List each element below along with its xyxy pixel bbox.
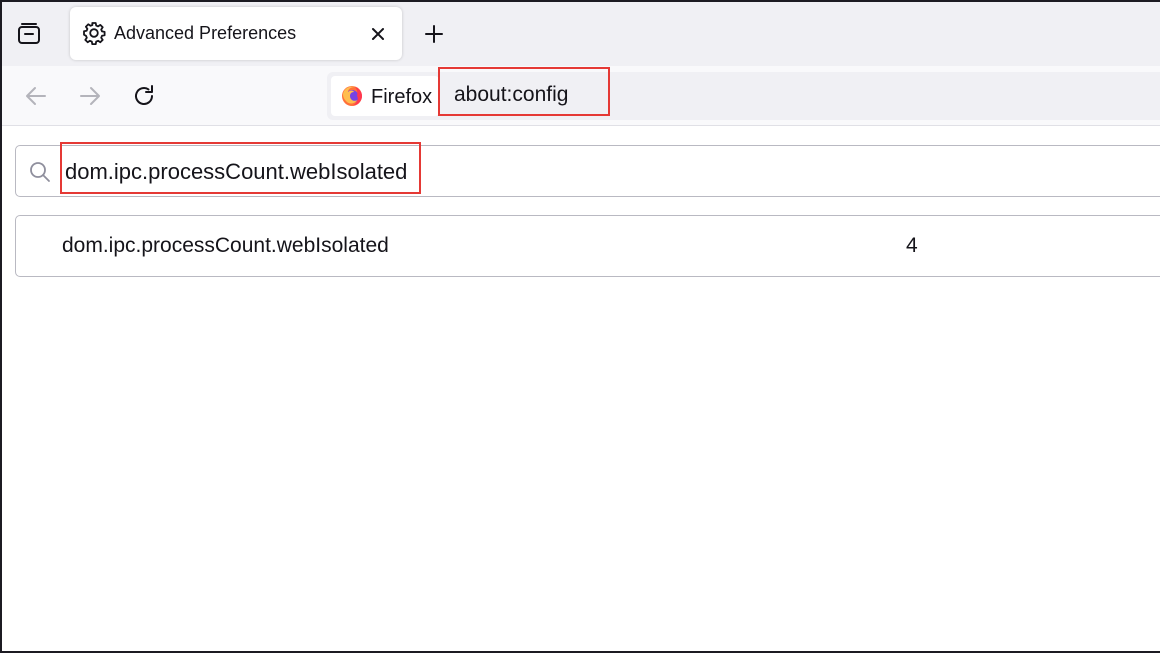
plus-icon	[425, 25, 443, 43]
table-row[interactable]: dom.ipc.processCount.webIsolated 4	[15, 215, 1160, 277]
tab-advanced-preferences[interactable]: Advanced Preferences	[70, 7, 402, 60]
reload-icon	[135, 85, 153, 105]
tab-title: Advanced Preferences	[114, 23, 297, 43]
tab-close-button[interactable]	[366, 22, 390, 46]
preference-name: dom.ipc.processCount.webIsolated	[62, 234, 389, 257]
search-icon	[30, 162, 50, 182]
firefox-view-icon	[18, 23, 40, 44]
reload-button[interactable]	[130, 82, 158, 110]
forward-button[interactable]	[76, 82, 104, 110]
gear-icon	[83, 22, 106, 45]
identity-box[interactable]: Firefox	[331, 76, 439, 116]
firefox-view-button[interactable]	[13, 19, 45, 49]
arrow-right-icon	[80, 87, 100, 105]
tab-strip: Advanced Preferences	[0, 0, 1160, 66]
new-tab-button[interactable]	[421, 21, 447, 47]
firefox-logo-icon	[342, 86, 362, 106]
url-highlight-box	[438, 67, 610, 116]
identity-label: Firefox	[371, 86, 433, 108]
arrow-left-icon	[26, 87, 46, 105]
back-button[interactable]	[22, 82, 50, 110]
search-highlight-box	[60, 142, 421, 194]
close-icon	[372, 28, 384, 40]
preference-value[interactable]: 4	[906, 234, 918, 258]
